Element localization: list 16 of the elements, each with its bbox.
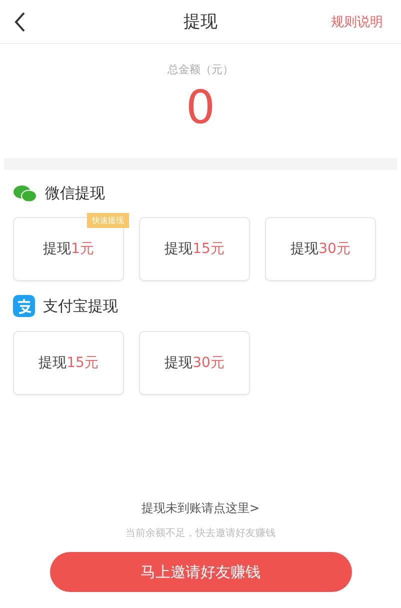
- balance-label: 总金额（元）: [168, 62, 234, 77]
- back-icon: [14, 12, 26, 32]
- withdraw-option[interactable]: 提现30元: [265, 217, 376, 281]
- balance-amount: 0: [186, 79, 216, 135]
- payment-app-icon: [13, 295, 35, 317]
- withdraw-option[interactable]: 提现30元: [139, 331, 250, 395]
- withdraw-option[interactable]: 提现15元: [13, 331, 124, 395]
- page-title: 提现: [184, 11, 218, 33]
- help-link[interactable]: 提现未到账请点这里>: [141, 500, 260, 517]
- hint-text: 当前余额不足，快去邀请好友赚钱: [126, 526, 276, 540]
- section-title: 微信提现: [45, 184, 105, 203]
- back-button[interactable]: [14, 12, 26, 32]
- chat-bubbles-icon: [13, 185, 37, 202]
- section-title: 支付宝提现: [43, 296, 118, 316]
- fast-badge: 快速提现: [87, 213, 129, 228]
- withdraw-option[interactable]: 提现15元: [139, 217, 250, 281]
